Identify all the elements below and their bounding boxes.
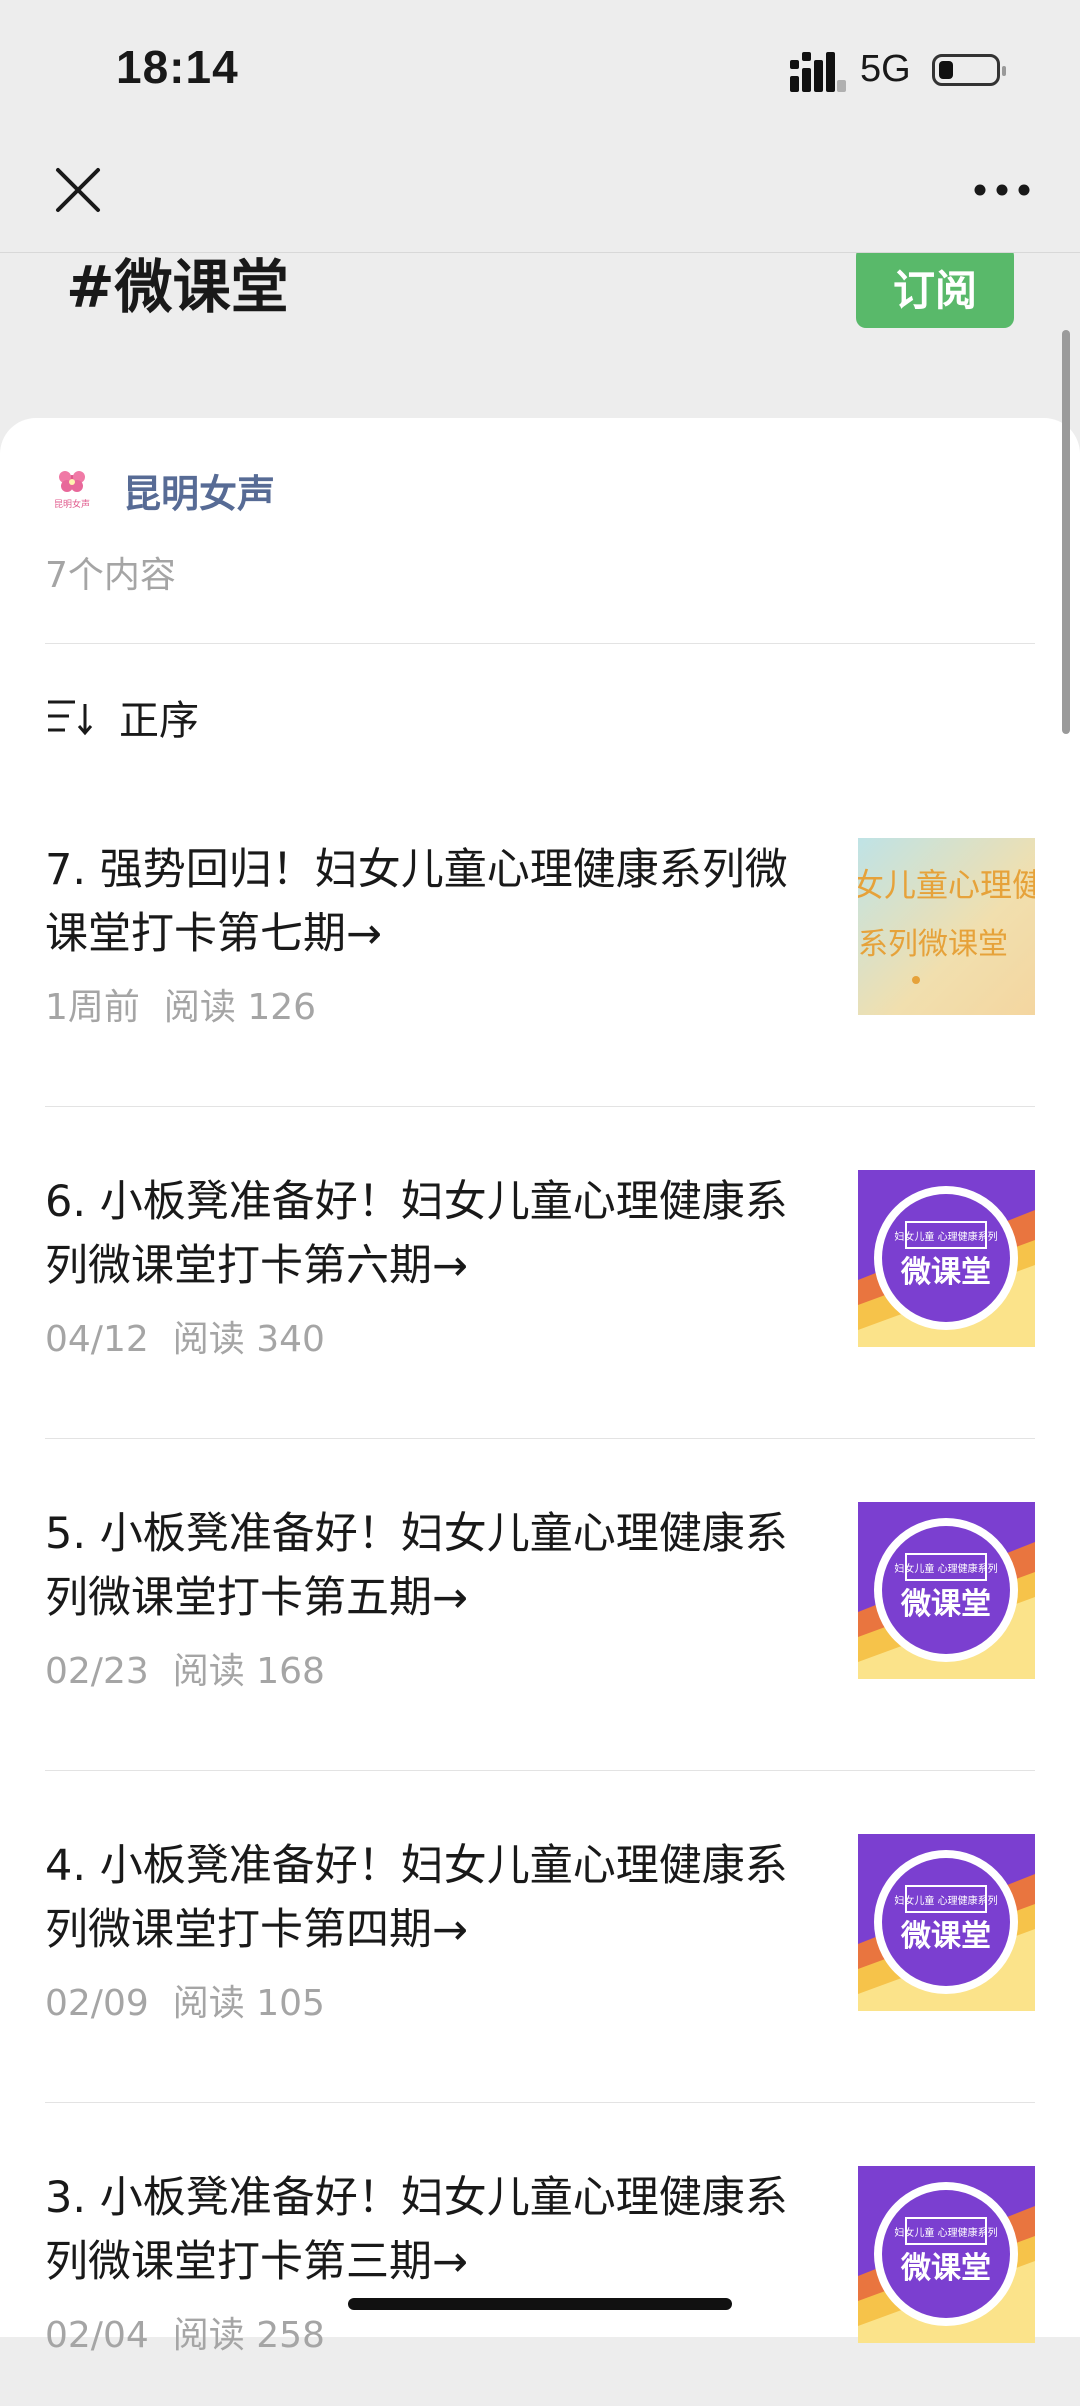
article-date: 02/09	[45, 1983, 149, 2024]
article-title[interactable]: 6. 小板凳准备好！妇女儿童心理健康系列微课堂打卡第六期→	[45, 1170, 805, 1298]
battery-fill	[939, 61, 953, 79]
divider	[45, 2102, 1035, 2103]
account-avatar[interactable]: 昆明女声	[45, 463, 99, 517]
article-meta: 04/12 阅读 340	[45, 1310, 325, 1362]
article-thumbnail[interactable]: 妇女儿童 心理健康系列微课堂	[858, 1170, 1035, 1347]
article-reads: 阅读 105	[172, 1983, 325, 2024]
signal-icon	[790, 52, 846, 92]
sort-toggle[interactable]: 正序	[45, 688, 199, 746]
nav-bar	[0, 140, 1080, 253]
article-date: 1周前	[45, 987, 140, 1028]
article-reads: 阅读 258	[172, 2315, 325, 2356]
divider	[45, 1106, 1035, 1107]
thumb-text-2: 系列微课堂	[858, 927, 1008, 962]
divider	[45, 643, 1035, 644]
article-item[interactable]: 5. 小板凳准备好！妇女儿童心理健康系列微课堂打卡第五期→ 02/23 阅读 168…	[45, 1502, 1035, 1742]
article-date: 02/04	[45, 2315, 149, 2356]
article-thumbnail[interactable]: 妇女儿童 心理健康系列微课堂	[858, 1502, 1035, 1679]
article-meta: 02/04 阅读 258	[45, 2306, 325, 2358]
article-date: 04/12	[45, 1319, 149, 1360]
status-time: 18:14	[116, 41, 239, 93]
divider	[45, 1438, 1035, 1439]
article-title[interactable]: 7. 强势回归！妇女儿童心理健康系列微课堂打卡第七期→	[45, 838, 805, 966]
close-icon[interactable]	[52, 164, 104, 216]
article-item[interactable]: 6. 小板凳准备好！妇女儿童心理健康系列微课堂打卡第六期→ 04/12 阅读 340…	[45, 1170, 1035, 1410]
article-reads: 阅读 340	[172, 1319, 325, 1360]
thumb-text-1: 女儿童心理健	[858, 866, 1035, 904]
avatar-caption: 昆明女声	[54, 498, 90, 510]
divider	[45, 1770, 1035, 1771]
more-icon[interactable]	[972, 176, 1032, 204]
home-indicator[interactable]	[348, 2298, 732, 2310]
article-meta: 1周前 阅读 126	[45, 978, 316, 1030]
sort-icon	[48, 700, 93, 736]
subscribe-button[interactable]: 订阅	[856, 246, 1014, 328]
thumb-big-text: 微课堂	[900, 2251, 991, 2286]
content-count: 7个内容	[45, 555, 176, 596]
article-reads: 阅读 168	[172, 1651, 325, 1692]
thumb-small-text: 妇女儿童 心理健康系列	[894, 1562, 997, 1575]
article-date: 02/23	[45, 1651, 149, 1692]
article-thumbnail[interactable]: 女儿童心理健 系列微课堂	[858, 838, 1035, 1015]
article-reads: 阅读 126	[163, 987, 317, 1028]
article-title[interactable]: 3. 小板凳准备好！妇女儿童心理健康系列微课堂打卡第三期→	[45, 2166, 805, 2294]
network-type: 5G	[860, 48, 911, 90]
sort-label: 正序	[119, 698, 199, 744]
thumb-big-text: 微课堂	[900, 1919, 991, 1954]
thumb-small-text: 妇女儿童 心理健康系列	[894, 1230, 997, 1243]
thumb-small-text: 妇女儿童 心理健康系列	[894, 2226, 997, 2239]
account-name[interactable]: 昆明女声	[123, 463, 275, 518]
scrollbar[interactable]	[1062, 330, 1070, 734]
battery-icon	[932, 54, 1006, 86]
article-thumbnail[interactable]: 妇女儿童 心理健康系列微课堂	[858, 1834, 1035, 2011]
article-meta: 02/23 阅读 168	[45, 1642, 325, 1694]
thumb-big-text: 微课堂	[900, 1255, 991, 1290]
article-title[interactable]: 4. 小板凳准备好！妇女儿童心理健康系列微课堂打卡第四期→	[45, 1834, 805, 1962]
account-row[interactable]: 昆明女声 昆明女声	[45, 460, 275, 520]
article-title[interactable]: 5. 小板凳准备好！妇女儿童心理健康系列微课堂打卡第五期→	[45, 1502, 805, 1630]
article-meta: 02/09 阅读 105	[45, 1974, 325, 2026]
article-item[interactable]: 3. 小板凳准备好！妇女儿童心理健康系列微课堂打卡第三期→ 02/04 阅读 258…	[45, 2166, 1035, 2406]
article-thumbnail[interactable]: 妇女儿童 心理健康系列微课堂	[858, 2166, 1035, 2343]
thumb-big-text: 微课堂	[900, 1587, 991, 1622]
status-bar: 18:14 5G	[0, 0, 1080, 140]
article-item[interactable]: 7. 强势回归！妇女儿童心理健康系列微课堂打卡第七期→ 1周前 阅读 126 女儿童心…	[45, 838, 1035, 1078]
content-card: 昆明女声 昆明女声 7个内容 正序 7. 强势回归！妇女儿童心理健康系列微课堂打…	[0, 418, 1080, 2356]
thumb-small-text: 妇女儿童 心理健康系列	[894, 1894, 997, 1907]
article-item[interactable]: 4. 小板凳准备好！妇女儿童心理健康系列微课堂打卡第四期→ 02/09 阅读 105…	[45, 1834, 1035, 2074]
